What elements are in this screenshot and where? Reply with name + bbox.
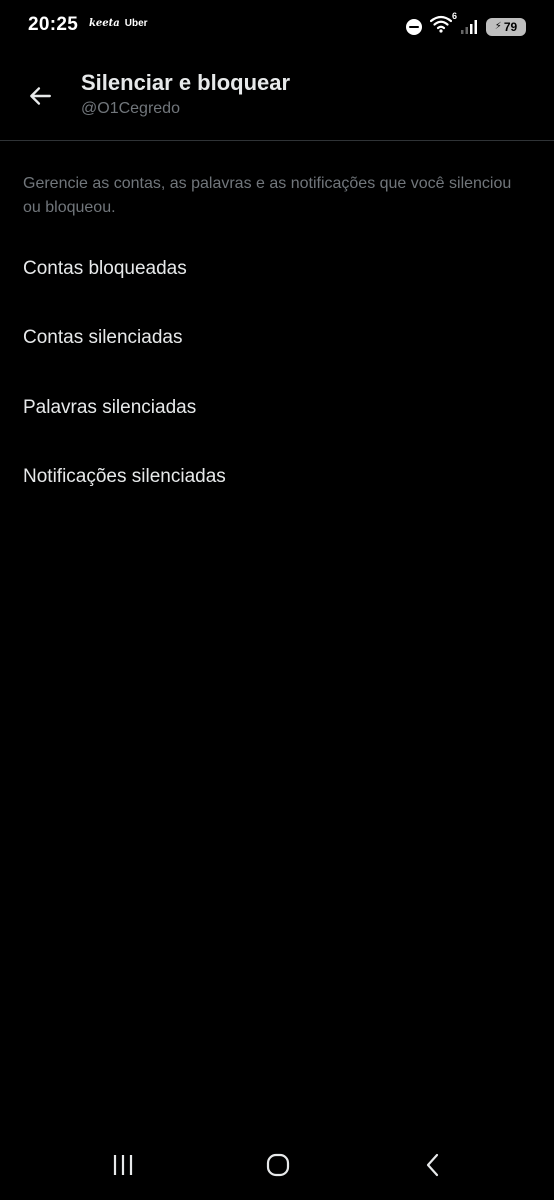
page-header: Silenciar e bloquear @O1Cegredo <box>0 56 554 141</box>
menu-item-blocked-accounts[interactable]: Contas bloqueadas <box>0 234 554 304</box>
back-icon <box>426 1153 439 1177</box>
recents-button[interactable] <box>108 1150 138 1180</box>
back-button[interactable] <box>18 74 62 118</box>
menu-item-muted-words[interactable]: Palavras silenciadas <box>0 373 554 443</box>
menu-item-label: Notificações silenciadas <box>23 466 226 488</box>
battery-level: 79 <box>503 19 518 34</box>
status-time: 20:25 <box>28 14 79 35</box>
status-icons: 6 ⚡ 79 <box>406 11 526 38</box>
battery-icon: ⚡ 79 <box>486 17 526 36</box>
page-title: Silenciar e bloquear <box>81 70 291 95</box>
recents-icon <box>113 1155 133 1175</box>
uber-app-icon: Uber <box>124 18 148 29</box>
home-button[interactable] <box>263 1150 293 1180</box>
menu-item-label: Palavras silenciadas <box>23 396 197 418</box>
section-description: Gerencie as contas, as palavras e as not… <box>23 175 512 216</box>
home-icon <box>266 1153 290 1177</box>
status-bar: 20:25 keeta Uber 6 ⚡ 79 <box>0 0 554 52</box>
page-subtitle: @O1Cegredo <box>81 100 180 117</box>
wifi-icon: 6 <box>429 11 457 38</box>
settings-menu: Contas bloqueadas Contas silenciadas Pal… <box>0 234 554 512</box>
system-back-button[interactable] <box>418 1150 448 1180</box>
arrow-left-icon <box>30 87 51 105</box>
menu-item-label: Contas silenciadas <box>23 327 183 349</box>
wifi-badge: 6 <box>451 11 457 21</box>
do-not-disturb-icon <box>406 18 422 35</box>
keeta-app-icon: keeta <box>89 18 120 29</box>
menu-item-label: Contas bloqueadas <box>23 257 187 279</box>
signal-icon <box>461 19 477 34</box>
menu-item-muted-notifications[interactable]: Notificações silenciadas <box>0 443 554 513</box>
status-app-notifications: keeta Uber <box>89 18 148 29</box>
charging-icon: ⚡ <box>494 21 502 32</box>
menu-item-muted-accounts[interactable]: Contas silenciadas <box>0 304 554 374</box>
system-nav-bar <box>0 1130 554 1200</box>
